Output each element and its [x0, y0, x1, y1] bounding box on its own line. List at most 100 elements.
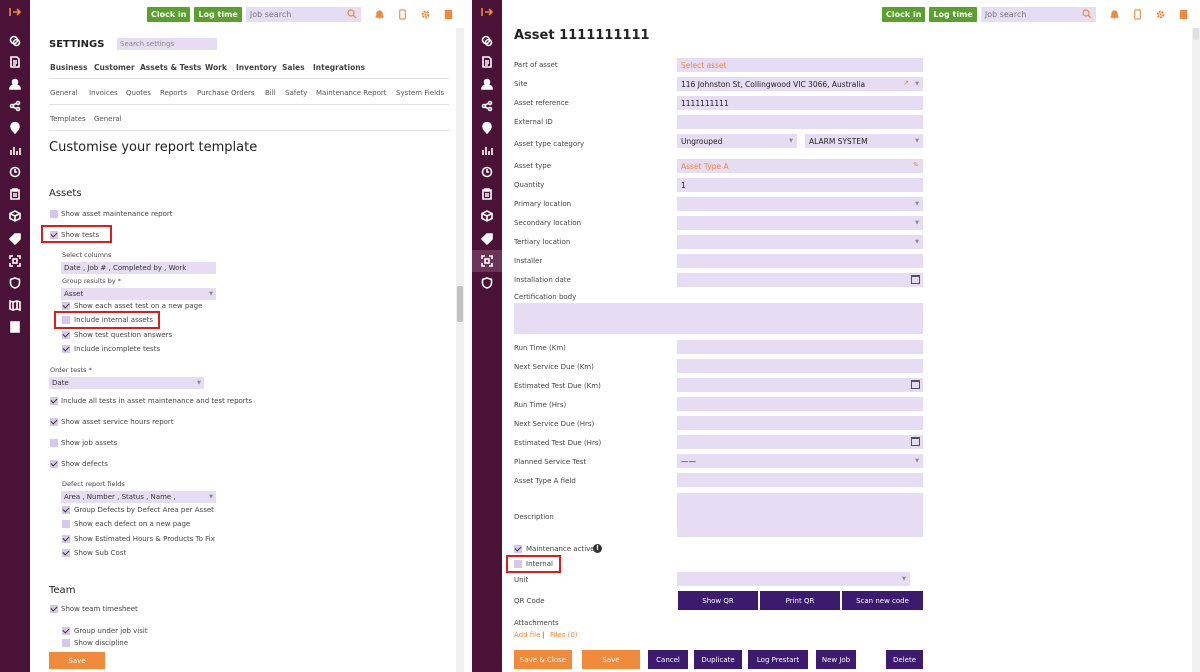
scrollbar-thumb[interactable] — [1193, 28, 1199, 40]
subtab-system-fields[interactable]: System Fields — [396, 89, 444, 97]
share-icon[interactable] — [9, 100, 21, 112]
calendar-icon[interactable] — [911, 275, 920, 284]
next-service-due-km-input[interactable] — [677, 359, 923, 373]
exit-icon[interactable] — [481, 6, 493, 18]
scrollbar[interactable] — [456, 28, 464, 672]
estimated-test-due-hrs-input[interactable] — [677, 435, 923, 449]
order-tests-dropdown[interactable]: Date ▼ — [49, 377, 204, 389]
log-prestart-button[interactable]: Log Prestart — [748, 650, 808, 669]
tertiary-location-select[interactable]: ▼ — [677, 235, 923, 249]
planned-service-test-select[interactable]: —— ▼ — [677, 454, 923, 468]
installation-date-input[interactable] — [677, 273, 923, 287]
files-link[interactable]: Files (0) — [550, 632, 578, 639]
part-of-asset-select[interactable]: Select asset — [677, 58, 923, 72]
delete-button[interactable]: Delete — [886, 650, 923, 669]
shield-icon[interactable] — [9, 277, 21, 289]
show-asset-service-hours-checkbox[interactable] — [50, 418, 58, 426]
subtab-general[interactable]: General — [50, 89, 78, 97]
location-icon[interactable] — [481, 122, 493, 134]
select-columns-dropdown[interactable]: Date , Job # , Completed by , Work — [61, 262, 216, 274]
estimated-test-due-km-input[interactable] — [677, 378, 923, 392]
qr-icon[interactable] — [9, 255, 21, 267]
duplicate-button[interactable]: Duplicate — [694, 650, 742, 669]
scan-new-code-button[interactable]: Scan new code — [842, 591, 923, 610]
tag-icon[interactable] — [481, 233, 493, 245]
run-time-km-input[interactable] — [677, 340, 923, 354]
external-id-input[interactable] — [677, 115, 923, 129]
show-discipline-checkbox[interactable] — [62, 639, 70, 647]
external-link-icon[interactable]: ↗ — [903, 79, 909, 87]
save-button[interactable]: Save — [582, 650, 640, 669]
cancel-button[interactable]: Cancel — [648, 650, 688, 669]
clock-icon[interactable] — [481, 166, 493, 178]
location-icon[interactable] — [9, 122, 21, 134]
tab-work[interactable]: Work — [205, 63, 227, 72]
book-icon[interactable] — [9, 321, 21, 333]
calendar-icon[interactable] — [911, 380, 920, 389]
show-each-asset-test-checkbox[interactable] — [62, 302, 70, 310]
book-icon[interactable] — [1177, 8, 1190, 21]
subtab-bill[interactable]: Bill — [265, 89, 276, 97]
next-service-due-hrs-input[interactable] — [677, 416, 923, 430]
subtab-invoices[interactable]: Invoices — [89, 89, 118, 97]
clipboard-icon[interactable] — [9, 188, 21, 200]
scrollbar-thumb[interactable] — [457, 286, 463, 322]
phone-icon[interactable] — [1131, 8, 1144, 21]
group-under-job-visit-checkbox[interactable] — [62, 627, 70, 635]
group-defects-checkbox[interactable] — [62, 506, 70, 514]
document-icon[interactable] — [481, 56, 493, 68]
certification-body-input[interactable] — [514, 303, 923, 334]
map-icon[interactable] — [9, 299, 21, 311]
info-icon[interactable]: ! — [593, 544, 602, 553]
show-asset-maintenance-checkbox[interactable] — [50, 210, 58, 218]
search-icon[interactable] — [347, 8, 357, 19]
subtab-reports[interactable]: Reports — [160, 89, 187, 97]
asset-type-a-field-input[interactable] — [677, 473, 923, 487]
asset-type-category-select-2[interactable]: ALARM SYSTEM ▼ — [805, 134, 923, 148]
quantity-input[interactable]: 1 — [677, 178, 923, 192]
cube-icon[interactable] — [481, 210, 493, 222]
defect-report-fields-dropdown[interactable]: Area , Number , Status , Name , ▼ — [61, 491, 216, 503]
exit-icon[interactable] — [9, 6, 21, 18]
show-job-assets-checkbox[interactable] — [50, 439, 58, 447]
clock-in-button[interactable]: Clock in — [882, 6, 926, 22]
chart-icon[interactable] — [481, 144, 493, 156]
asset-reference-input[interactable]: 1111111111 — [677, 96, 923, 110]
scrollbar[interactable] — [1192, 28, 1200, 672]
tag-icon[interactable] — [9, 233, 21, 245]
cube-icon[interactable] — [9, 210, 21, 222]
coins-icon[interactable] — [9, 35, 21, 47]
subtab-templates[interactable]: Templates — [50, 115, 86, 123]
tab-customer[interactable]: Customer — [94, 63, 135, 72]
unit-select[interactable]: ▼ — [677, 572, 910, 586]
show-team-timesheet-checkbox[interactable] — [50, 605, 58, 613]
subtab-maintenance-report[interactable]: Maintenance Report — [316, 89, 387, 97]
tab-inventory[interactable]: Inventory — [236, 63, 277, 72]
search-icon[interactable] — [1082, 8, 1092, 19]
group-results-dropdown[interactable]: Asset ▼ — [61, 288, 216, 300]
subtab-general-2[interactable]: General — [94, 115, 122, 123]
gear-icon[interactable] — [1154, 8, 1167, 21]
asset-type-category-select[interactable]: Ungrouped ▼ — [677, 134, 797, 148]
maintenance-active-checkbox[interactable] — [514, 545, 522, 553]
secondary-location-select[interactable]: ▼ — [677, 216, 923, 230]
qr-icon[interactable] — [472, 250, 502, 272]
user-icon[interactable] — [481, 78, 493, 90]
log-time-button[interactable]: Log time — [929, 6, 977, 22]
chart-icon[interactable] — [9, 144, 21, 156]
calendar-icon[interactable] — [911, 437, 920, 446]
phone-icon[interactable] — [396, 8, 409, 21]
tab-assets-tests[interactable]: Assets & Tests — [140, 63, 201, 72]
description-textarea[interactable] — [677, 493, 923, 537]
settings-search-input[interactable]: Search settings — [117, 38, 217, 50]
save-button[interactable]: Save — [49, 652, 105, 669]
tab-integrations[interactable]: Integrations — [313, 63, 365, 72]
add-file-link[interactable]: Add file — [514, 632, 540, 639]
coins-icon[interactable] — [481, 35, 493, 47]
show-estimated-hours-checkbox[interactable] — [62, 535, 70, 543]
user-icon[interactable] — [9, 78, 21, 90]
tab-business[interactable]: Business — [50, 63, 87, 72]
show-qr-button[interactable]: Show QR — [678, 591, 758, 610]
shield-icon[interactable] — [481, 277, 493, 289]
document-icon[interactable] — [9, 56, 21, 68]
